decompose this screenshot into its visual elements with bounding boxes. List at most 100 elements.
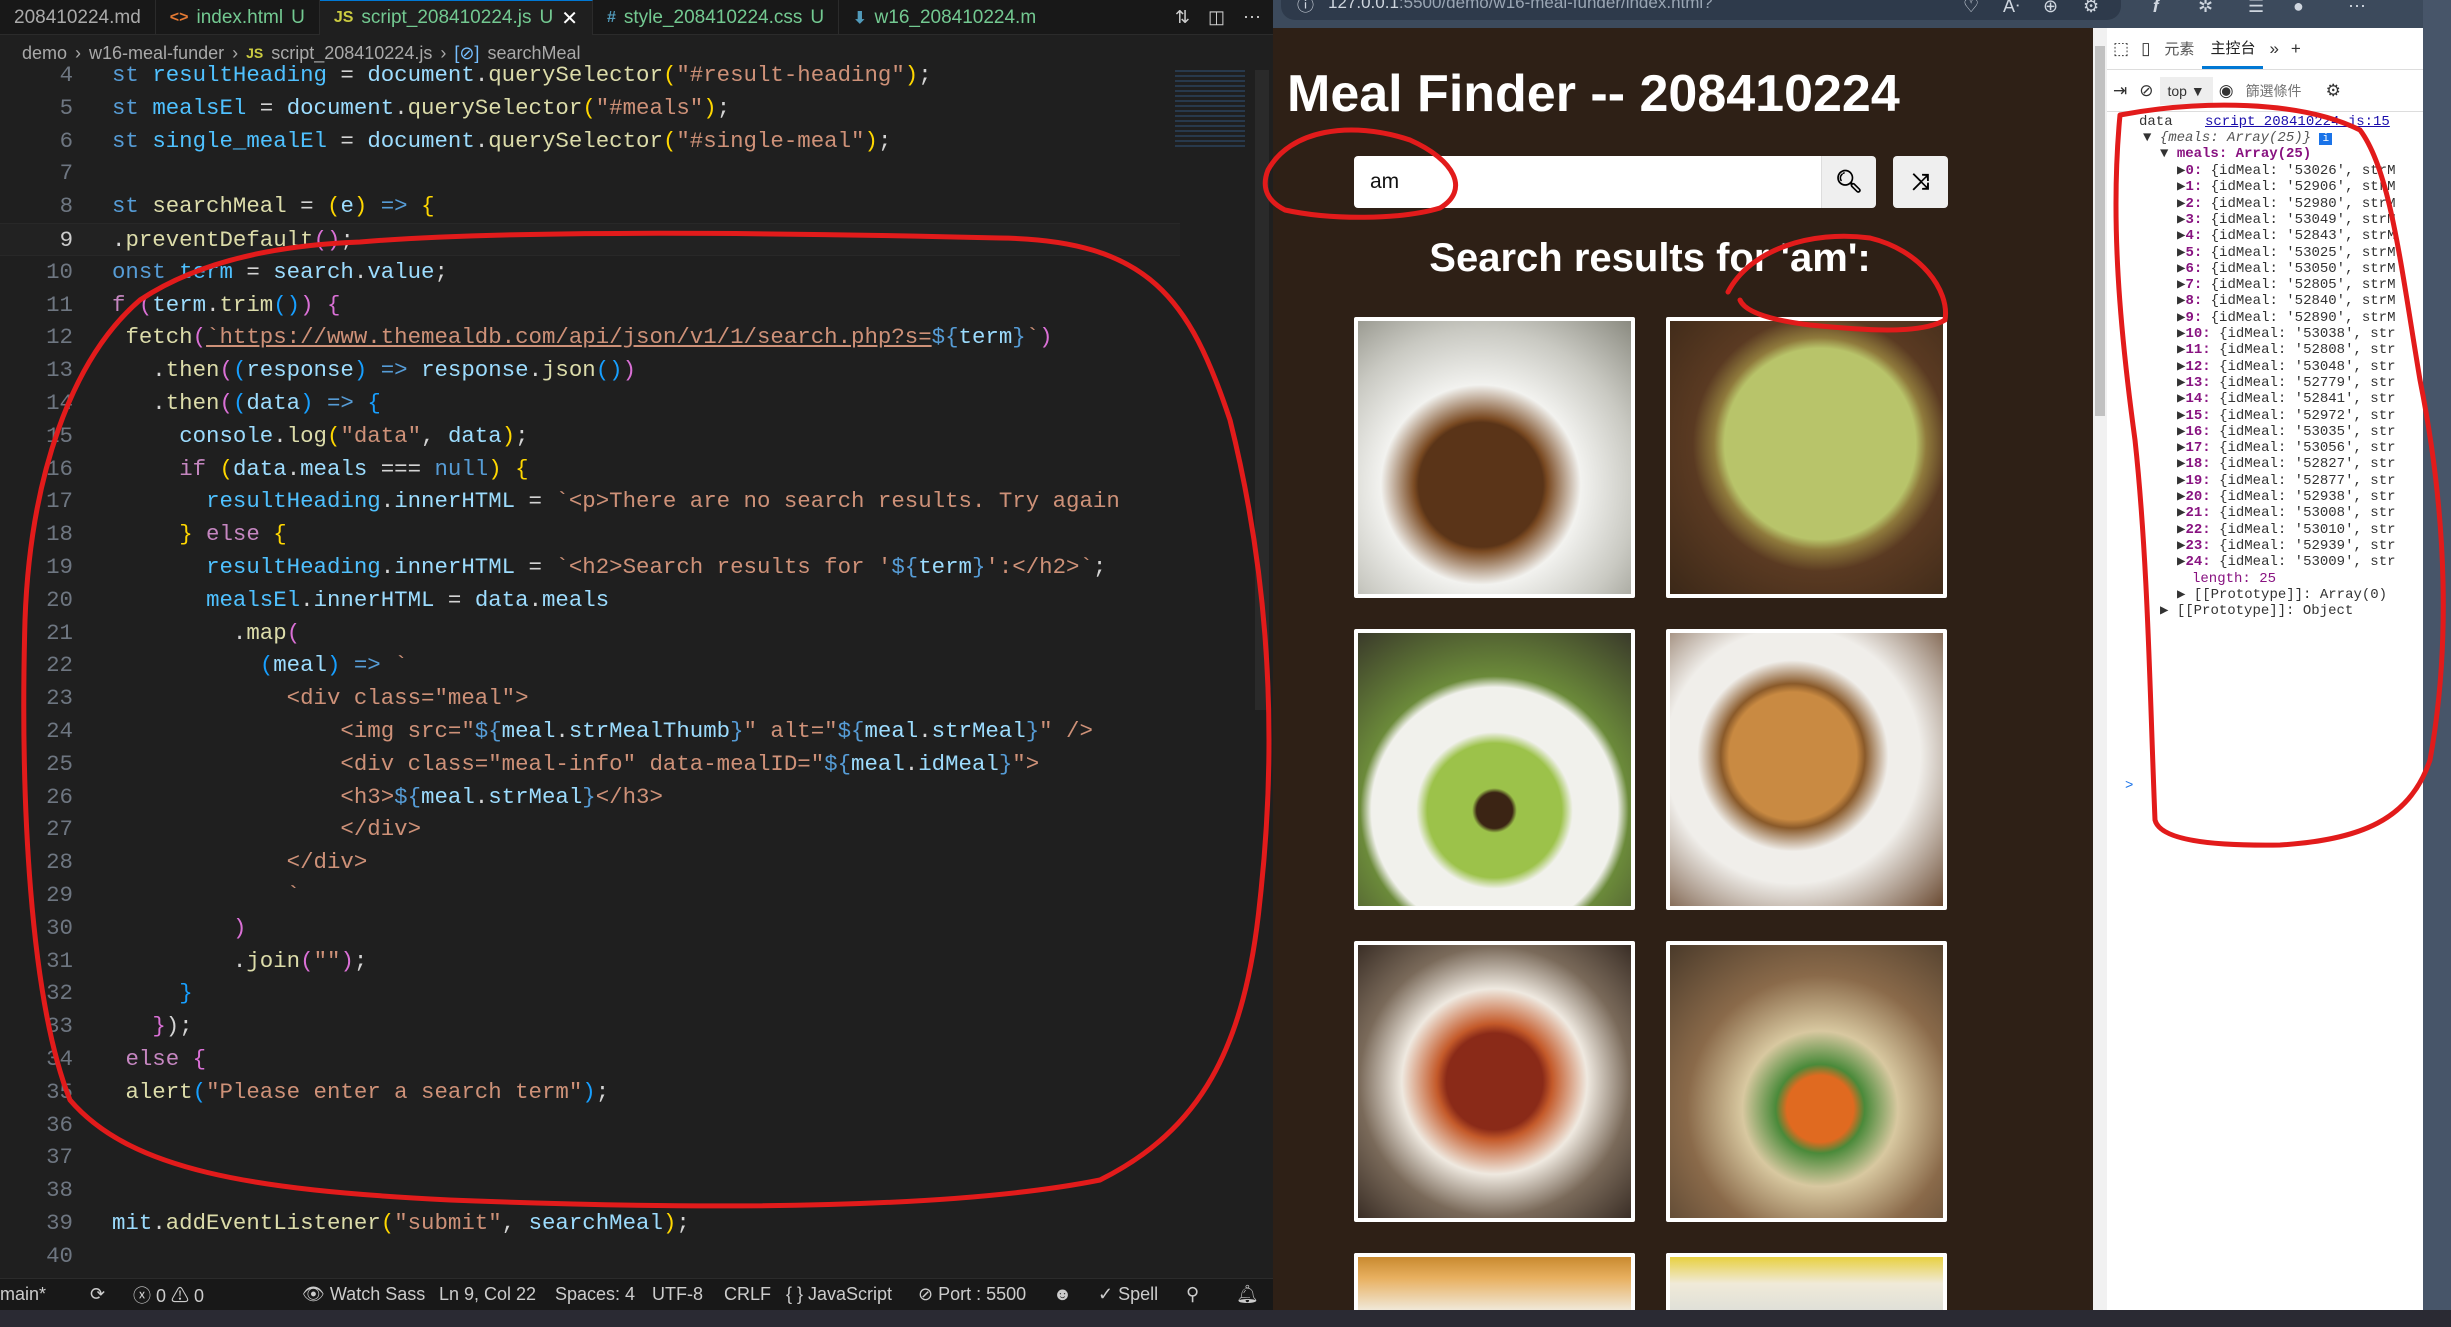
code-line[interactable]: 33 });	[0, 1010, 1180, 1043]
line-ending[interactable]: CRLF	[724, 1284, 771, 1305]
expand-triangle-icon[interactable]: ▼	[2160, 146, 2168, 162]
live-server-port[interactable]: ⊘ Port : 5500	[918, 1284, 1026, 1305]
problems-indicator[interactable]: ⓧ 0 ⚠ 0	[133, 1282, 204, 1308]
console-input[interactable]: >	[2125, 778, 2133, 794]
code-line[interactable]: 10 onst term = search.value;	[0, 256, 1180, 289]
console-length[interactable]: length: 25	[2192, 571, 2276, 587]
console-array-item[interactable]: ▶6: {idMeal: '53050', strM	[2177, 261, 2396, 277]
extensions-icon[interactable]: ✲	[2198, 0, 2213, 17]
code-line[interactable]: 27 </div>	[0, 813, 1180, 846]
console-array-item[interactable]: ▶1: {idMeal: '52906', strM	[2177, 179, 2396, 195]
tab-readme-md[interactable]: 208410224.md	[0, 0, 156, 35]
code-line[interactable]: 18 } else {	[0, 518, 1180, 551]
code-line[interactable]: 7	[0, 157, 1180, 190]
split-editor-icon[interactable]: ◫	[1208, 7, 1225, 28]
code-line[interactable]: 39 mit.addEventListener("submit", searchM…	[0, 1207, 1180, 1240]
info-icon[interactable]: ⓘ	[1297, 0, 1314, 16]
code-line[interactable]: 30 )	[0, 912, 1180, 945]
device-emulation-icon[interactable]: ▯	[2135, 39, 2156, 59]
meal-thumbnail[interactable]	[1354, 941, 1635, 1222]
code-line[interactable]: 20 mealsEl.innerHTML = data.meals	[0, 584, 1180, 617]
console-object[interactable]: ▼ {meals: Array(25)} i	[2143, 130, 2333, 146]
tab-console[interactable]: 主控台	[2202, 28, 2264, 69]
meal-thumbnail[interactable]	[1666, 941, 1947, 1222]
extension-icon[interactable]: ⚙	[2083, 0, 2099, 17]
more-tabs-icon[interactable]: »	[2263, 39, 2284, 59]
code-line[interactable]: 26 <h3>${meal.strMeal}</h3>	[0, 781, 1180, 814]
search-button[interactable]: 🔍︎	[1821, 156, 1876, 208]
sync-icon[interactable]: ⟳	[90, 1284, 105, 1305]
console-array-item[interactable]: ▶17: {idMeal: '53056', str	[2177, 440, 2396, 456]
settings-gear-icon[interactable]: ⚙	[2320, 81, 2347, 101]
code-line[interactable]: 37	[0, 1141, 1180, 1174]
code-line[interactable]: 19 resultHeading.innerHTML = `<h2>Search…	[0, 551, 1180, 584]
code-line[interactable]: 4 st resultHeading = document.querySelect…	[0, 59, 1180, 92]
browser-menu-icon[interactable]: ⋯	[2348, 0, 2366, 17]
favorite-icon[interactable]: ♡	[1963, 0, 1979, 17]
meal-thumbnail[interactable]	[1666, 1253, 1947, 1310]
collections-icon[interactable]: ☰	[2248, 0, 2264, 17]
more-actions-icon[interactable]: ⋯	[1243, 7, 1261, 28]
meal-thumbnail[interactable]	[1354, 629, 1635, 910]
page-scrollbar[interactable]	[2093, 28, 2107, 1310]
expand-triangle-icon[interactable]: ▶	[2160, 603, 2168, 619]
inspect-element-icon[interactable]: ⬚	[2107, 39, 2135, 59]
console-array-item[interactable]: ▶2: {idMeal: '52980', strM	[2177, 196, 2396, 212]
console-prototype[interactable]: ▶ [[Prototype]]: Object	[2160, 603, 2353, 619]
clear-console-icon[interactable]: ⊘	[2133, 81, 2159, 101]
console-array-item[interactable]: ▶3: {idMeal: '53049', strM	[2177, 212, 2396, 228]
console-array-item[interactable]: ▶5: {idMeal: '53025', strM	[2177, 245, 2396, 261]
console-prototype[interactable]: ▶ [[Prototype]]: Array(0)	[2177, 587, 2387, 603]
encoding[interactable]: UTF-8	[652, 1284, 703, 1305]
console-array-item[interactable]: ▶20: {idMeal: '52938', str	[2177, 489, 2396, 505]
console-array-item[interactable]: ▶22: {idMeal: '53010', str	[2177, 522, 2396, 538]
code-line[interactable]: 8 st searchMeal = (e) => {	[0, 190, 1180, 223]
meal-thumbnail[interactable]	[1666, 317, 1947, 598]
console-array-item[interactable]: ▶7: {idMeal: '52805', strM	[2177, 277, 2396, 293]
console-array-item[interactable]: ▶11: {idMeal: '52808', str	[2177, 342, 2396, 358]
console-array-item[interactable]: ▶4: {idMeal: '52843', strM	[2177, 228, 2396, 244]
expand-triangle-icon[interactable]: ▶	[2177, 587, 2185, 603]
editor-scrollbar[interactable]	[1255, 70, 1269, 710]
code-line[interactable]: 24 <img src="${meal.strMealThumb}" alt="…	[0, 715, 1180, 748]
console-array-item[interactable]: ▶10: {idMeal: '53038', str	[2177, 326, 2396, 342]
feedback-icon[interactable]: ⚲	[1186, 1284, 1199, 1305]
console-array-item[interactable]: ▶14: {idMeal: '52841', str	[2177, 391, 2396, 407]
code-line[interactable]: 32 }	[0, 977, 1180, 1010]
feather-icon[interactable]: 𝒇	[2153, 0, 2159, 17]
random-meal-button[interactable]: ⤨	[1893, 156, 1948, 208]
meal-thumbnail[interactable]	[1354, 317, 1635, 598]
tab-elements[interactable]: 元素	[2156, 28, 2202, 69]
read-aloud-icon[interactable]: Aᐧ	[2003, 0, 2020, 17]
scrollbar-thumb[interactable]	[2095, 46, 2105, 416]
code-line[interactable]: 36	[0, 1109, 1180, 1142]
console-array-item[interactable]: ▶13: {idMeal: '52779', str	[2177, 375, 2396, 391]
code-line[interactable]: 28 </div>	[0, 846, 1180, 879]
meal-thumbnail[interactable]	[1666, 629, 1947, 910]
tab-w16-md[interactable]: ⬇ w16_208410224.m	[839, 0, 1050, 35]
code-line[interactable]: 11 f (term.trim()) {	[0, 289, 1180, 322]
code-line[interactable]: 34 else {	[0, 1043, 1180, 1076]
code-line[interactable]: 16 if (data.meals === null) {	[0, 453, 1180, 486]
console-prompt-icon[interactable]: >	[2125, 778, 2133, 794]
spell-check[interactable]: ✓ Spell	[1098, 1284, 1158, 1305]
console-array-item[interactable]: ▶19: {idMeal: '52877', str	[2177, 473, 2396, 489]
code-line[interactable]: 21 .map(	[0, 617, 1180, 650]
code-line[interactable]: 38	[0, 1174, 1180, 1207]
console-array-item[interactable]: ▶9: {idMeal: '52890', strM	[2177, 310, 2396, 326]
code-line[interactable]: 13 .then((response) => response.json())	[0, 354, 1180, 387]
code-line[interactable]: 29 `	[0, 879, 1180, 912]
code-line[interactable]: 35 alert("Please enter a search term");	[0, 1076, 1180, 1109]
copilot-icon[interactable]: ☻	[1053, 1284, 1072, 1305]
branch-indicator[interactable]: main*	[0, 1284, 46, 1305]
code-line[interactable]: 5 st mealsEl = document.querySelector("#m…	[0, 92, 1180, 125]
language-mode[interactable]: { } JavaScript	[786, 1284, 892, 1305]
meal-thumbnail[interactable]	[1354, 1253, 1635, 1310]
console-array-item[interactable]: ▶23: {idMeal: '52939', str	[2177, 538, 2396, 554]
code-line[interactable]: 25 <div class="meal-info" data-mealID="$…	[0, 748, 1180, 781]
console-array-item[interactable]: ▶8: {idMeal: '52840', strM	[2177, 293, 2396, 309]
minimap[interactable]	[1175, 70, 1245, 150]
compare-changes-icon[interactable]: ⇅	[1175, 7, 1190, 28]
expand-triangle-icon[interactable]: ▼	[2143, 130, 2151, 146]
code-line[interactable]: 12 fetch(`https://www.themealdb.com/api/…	[0, 321, 1180, 354]
